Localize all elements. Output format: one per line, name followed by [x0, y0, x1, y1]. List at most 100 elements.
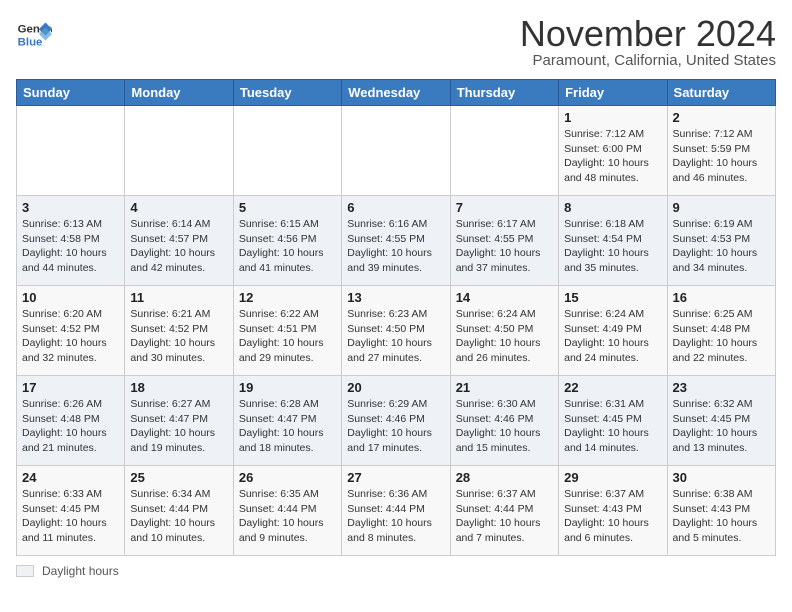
week-row-4: 17Sunrise: 6:26 AM Sunset: 4:48 PM Dayli… — [17, 376, 776, 466]
calendar-header-row: SundayMondayTuesdayWednesdayThursdayFrid… — [17, 80, 776, 106]
calendar-cell: 10Sunrise: 6:20 AM Sunset: 4:52 PM Dayli… — [17, 286, 125, 376]
calendar-cell: 24 Sunrise: 6:33 AM Sunset: 4:45 PM Dayli… — [17, 466, 125, 556]
calendar-cell: 25 Sunrise: 6:34 AM Sunset: 4:44 PM Dayli… — [125, 466, 233, 556]
day-info: Sunrise: 7:12 AM Sunset: 5:59 PM Dayligh… — [673, 127, 770, 186]
day-number: 18 — [130, 380, 227, 395]
day-info: Sunrise: 6:19 AM Sunset: 4:53 PM Dayligh… — [673, 217, 770, 276]
day-info: Sunrise: 6:36 AM Sunset: 4:44 PM Dayligh… — [347, 487, 444, 546]
calendar-cell: 1 Sunrise: 7:12 AM Sunset: 6:00 PM Daylig… — [559, 106, 667, 196]
day-number: 25 — [130, 470, 227, 485]
day-number: 17 — [22, 380, 119, 395]
day-number: 7 — [456, 200, 553, 215]
day-number: 29 — [564, 470, 661, 485]
day-info: Sunrise: 6:37 AM Sunset: 4:44 PM Dayligh… — [456, 487, 553, 546]
day-info: Sunrise: 6:21 AM Sunset: 4:52 PM Dayligh… — [130, 307, 227, 366]
day-info: Sunrise: 6:32 AM Sunset: 4:45 PM Dayligh… — [673, 397, 770, 456]
location-title: Paramount, California, United States — [520, 52, 776, 69]
calendar-cell: 8 Sunrise: 6:18 AM Sunset: 4:54 PM Daylig… — [559, 196, 667, 286]
day-number: 15 — [564, 290, 661, 305]
day-number: 1 — [564, 110, 661, 125]
column-header-sunday: Sunday — [17, 80, 125, 106]
day-number: 26 — [239, 470, 336, 485]
day-info: Sunrise: 6:25 AM Sunset: 4:48 PM Dayligh… — [673, 307, 770, 366]
calendar-cell: 30Sunrise: 6:38 AM Sunset: 4:43 PM Dayli… — [667, 466, 775, 556]
calendar-cell: 14Sunrise: 6:24 AM Sunset: 4:50 PM Dayli… — [450, 286, 558, 376]
day-number: 9 — [673, 200, 770, 215]
column-header-saturday: Saturday — [667, 80, 775, 106]
calendar-cell: 29 Sunrise: 6:37 AM Sunset: 4:43 PM Dayli… — [559, 466, 667, 556]
day-info: Sunrise: 6:35 AM Sunset: 4:44 PM Dayligh… — [239, 487, 336, 546]
calendar-cell: 15 Sunrise: 6:24 AM Sunset: 4:49 PM Dayli… — [559, 286, 667, 376]
logo: General Blue — [16, 16, 52, 52]
day-number: 13 — [347, 290, 444, 305]
calendar-cell: 21Sunrise: 6:30 AM Sunset: 4:46 PM Dayli… — [450, 376, 558, 466]
calendar-cell: 7 Sunrise: 6:17 AM Sunset: 4:55 PM Daylig… — [450, 196, 558, 286]
day-info: Sunrise: 6:34 AM Sunset: 4:44 PM Dayligh… — [130, 487, 227, 546]
day-number: 2 — [673, 110, 770, 125]
calendar-cell — [17, 106, 125, 196]
calendar-cell: 2 Sunrise: 7:12 AM Sunset: 5:59 PM Daylig… — [667, 106, 775, 196]
day-number: 3 — [22, 200, 119, 215]
day-number: 24 — [22, 470, 119, 485]
week-row-1: 1 Sunrise: 7:12 AM Sunset: 6:00 PM Daylig… — [17, 106, 776, 196]
day-number: 19 — [239, 380, 336, 395]
day-info: Sunrise: 6:30 AM Sunset: 4:46 PM Dayligh… — [456, 397, 553, 456]
legend: Daylight hours — [16, 564, 776, 578]
calendar-cell: 9 Sunrise: 6:19 AM Sunset: 4:53 PM Daylig… — [667, 196, 775, 286]
calendar-cell: 26 Sunrise: 6:35 AM Sunset: 4:44 PM Dayli… — [233, 466, 341, 556]
column-header-thursday: Thursday — [450, 80, 558, 106]
calendar-cell — [125, 106, 233, 196]
day-number: 6 — [347, 200, 444, 215]
day-number: 12 — [239, 290, 336, 305]
day-number: 28 — [456, 470, 553, 485]
column-header-monday: Monday — [125, 80, 233, 106]
calendar-cell: 28 Sunrise: 6:37 AM Sunset: 4:44 PM Dayli… — [450, 466, 558, 556]
calendar-cell: 5Sunrise: 6:15 AM Sunset: 4:56 PM Daylig… — [233, 196, 341, 286]
day-number: 27 — [347, 470, 444, 485]
day-info: Sunrise: 6:29 AM Sunset: 4:46 PM Dayligh… — [347, 397, 444, 456]
calendar-cell — [233, 106, 341, 196]
week-row-2: 3 Sunrise: 6:13 AM Sunset: 4:58 PM Daylig… — [17, 196, 776, 286]
day-info: Sunrise: 6:28 AM Sunset: 4:47 PM Dayligh… — [239, 397, 336, 456]
day-number: 8 — [564, 200, 661, 215]
day-info: Sunrise: 6:24 AM Sunset: 4:49 PM Dayligh… — [564, 307, 661, 366]
column-header-friday: Friday — [559, 80, 667, 106]
day-info: Sunrise: 6:14 AM Sunset: 4:57 PM Dayligh… — [130, 217, 227, 276]
header: General Blue November 2024 Paramount, Ca… — [16, 16, 776, 69]
day-number: 5 — [239, 200, 336, 215]
week-row-5: 24 Sunrise: 6:33 AM Sunset: 4:45 PM Dayli… — [17, 466, 776, 556]
calendar-cell: 17Sunrise: 6:26 AM Sunset: 4:48 PM Dayli… — [17, 376, 125, 466]
day-number: 20 — [347, 380, 444, 395]
calendar-cell: 20 Sunrise: 6:29 AM Sunset: 4:46 PM Dayli… — [342, 376, 450, 466]
title-block: November 2024 Paramount, California, Uni… — [520, 16, 776, 69]
week-row-3: 10Sunrise: 6:20 AM Sunset: 4:52 PM Dayli… — [17, 286, 776, 376]
calendar-cell: 11Sunrise: 6:21 AM Sunset: 4:52 PM Dayli… — [125, 286, 233, 376]
day-number: 14 — [456, 290, 553, 305]
day-info: Sunrise: 6:37 AM Sunset: 4:43 PM Dayligh… — [564, 487, 661, 546]
day-info: Sunrise: 6:18 AM Sunset: 4:54 PM Dayligh… — [564, 217, 661, 276]
legend-label: Daylight hours — [42, 564, 119, 578]
day-info: Sunrise: 6:33 AM Sunset: 4:45 PM Dayligh… — [22, 487, 119, 546]
calendar-cell — [450, 106, 558, 196]
calendar-cell: 27 Sunrise: 6:36 AM Sunset: 4:44 PM Dayli… — [342, 466, 450, 556]
calendar-table: SundayMondayTuesdayWednesdayThursdayFrid… — [16, 79, 776, 556]
day-number: 23 — [673, 380, 770, 395]
day-info: Sunrise: 6:13 AM Sunset: 4:58 PM Dayligh… — [22, 217, 119, 276]
day-number: 16 — [673, 290, 770, 305]
day-info: Sunrise: 6:38 AM Sunset: 4:43 PM Dayligh… — [673, 487, 770, 546]
calendar-cell: 23 Sunrise: 6:32 AM Sunset: 4:45 PM Dayli… — [667, 376, 775, 466]
calendar-cell — [342, 106, 450, 196]
day-number: 10 — [22, 290, 119, 305]
column-header-wednesday: Wednesday — [342, 80, 450, 106]
day-info: Sunrise: 6:17 AM Sunset: 4:55 PM Dayligh… — [456, 217, 553, 276]
calendar-cell: 4Sunrise: 6:14 AM Sunset: 4:57 PM Daylig… — [125, 196, 233, 286]
calendar-cell: 22Sunrise: 6:31 AM Sunset: 4:45 PM Dayli… — [559, 376, 667, 466]
day-number: 22 — [564, 380, 661, 395]
calendar-cell: 19 Sunrise: 6:28 AM Sunset: 4:47 PM Dayli… — [233, 376, 341, 466]
calendar-cell: 6Sunrise: 6:16 AM Sunset: 4:55 PM Daylig… — [342, 196, 450, 286]
day-info: Sunrise: 7:12 AM Sunset: 6:00 PM Dayligh… — [564, 127, 661, 186]
calendar-cell: 16 Sunrise: 6:25 AM Sunset: 4:48 PM Dayli… — [667, 286, 775, 376]
column-header-tuesday: Tuesday — [233, 80, 341, 106]
svg-text:Blue: Blue — [18, 36, 43, 48]
calendar-cell: 3 Sunrise: 6:13 AM Sunset: 4:58 PM Daylig… — [17, 196, 125, 286]
